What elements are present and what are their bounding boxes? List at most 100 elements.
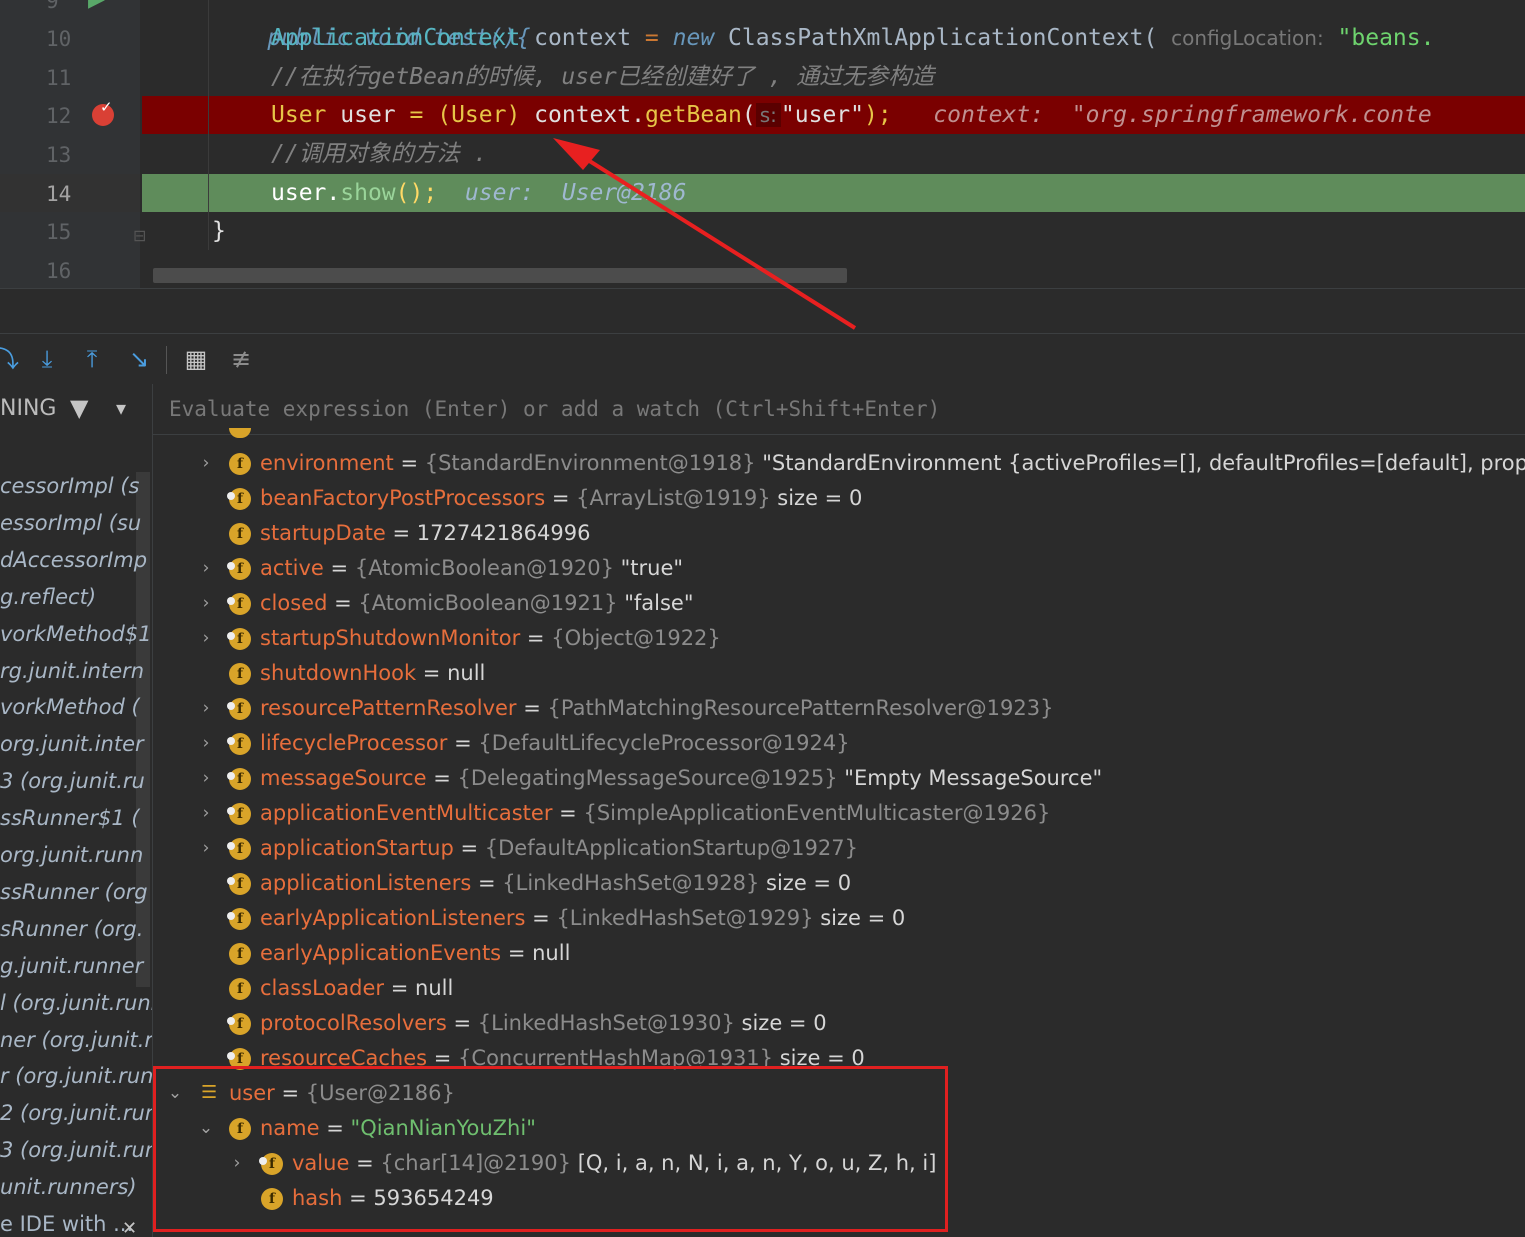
string-literal: "user" [780, 102, 865, 128]
frame-item[interactable]: org.junit.inter [0, 732, 152, 769]
final-pin-icon [227, 807, 235, 815]
evaluate-expression-icon[interactable]: ▦ [181, 344, 211, 374]
chevron-right-icon[interactable]: › [196, 761, 216, 796]
variable-type: {SimpleApplicationEventMulticaster@1926} [583, 801, 1051, 825]
final-pin-icon [227, 632, 235, 640]
final-pin-icon [227, 737, 235, 745]
frame-item[interactable]: essorImpl (su [0, 511, 152, 548]
frame-item[interactable]: cessorImpl (s [0, 474, 152, 511]
frame-item[interactable]: sRunner (org. [0, 917, 152, 954]
chevron-right-icon[interactable]: › [196, 796, 216, 831]
evaluate-expression-input[interactable] [167, 396, 1171, 422]
chevron-right-icon[interactable]: › [196, 726, 216, 761]
frame-item[interactable]: dAccessorImp [0, 548, 152, 585]
code-line-9[interactable]: public void test(){ [142, 0, 1525, 51]
chevron-right-icon[interactable]: › [196, 446, 216, 481]
field-letter: f [236, 911, 244, 927]
chevron-right-icon[interactable]: › [196, 551, 216, 586]
frame-item[interactable]: rg.junit.intern [0, 659, 152, 696]
breakpoint-line[interactable]: User user = (User) context.getBean(s: "us… [142, 96, 1525, 134]
variable-row[interactable]: › f messageSource = {DelegatingMessageSour… [153, 761, 1525, 796]
frame-item[interactable]: ner (org.junit.ru [0, 1028, 152, 1065]
parameter-hint: configLocation: [1171, 26, 1324, 50]
code-line-15[interactable]: } [142, 212, 1525, 250]
frame-item[interactable]: 3 (org.junit.ru [0, 769, 152, 806]
variable-value: "StandardEnvironment {activeProfiles=[],… [762, 451, 1525, 475]
breakpoint-icon[interactable]: ✓ [92, 98, 114, 126]
variable-row[interactable]: › f active = {AtomicBoolean@1920} "true" [153, 551, 1525, 586]
frame-item[interactable]: r (org.junit.runr [0, 1064, 152, 1101]
step-over-icon[interactable]: ⤵ [0, 344, 22, 374]
chevron-right-icon[interactable]: › [196, 586, 216, 621]
variable-row[interactable]: › f lifecycleProcessor = {DefaultLifecycle… [153, 726, 1525, 761]
frame-item[interactable]: 3 (org.junit.run [0, 1138, 152, 1175]
variable-row[interactable]: f earlyApplicationListeners = {LinkedHash… [153, 901, 1525, 936]
string-literal: "beans. [1337, 25, 1435, 51]
close-icon[interactable]: ✕ [122, 1218, 137, 1237]
variable-row[interactable]: f earlyApplicationEvents = null [153, 936, 1525, 971]
line-number: 10 [46, 27, 72, 51]
frame-item[interactable]: vorkMethod$1 [0, 622, 152, 659]
frame-item[interactable]: ssRunner$1 ( [0, 806, 152, 843]
chevron-right-icon[interactable]: › [196, 621, 216, 656]
step-out-icon[interactable]: ⤒ [77, 344, 107, 374]
variable-row[interactable]: f startupDate = 1727421864996 [153, 516, 1525, 551]
code-line-10[interactable]: ApplicationContext context = new ClassPa… [142, 19, 1525, 57]
variable-row[interactable]: › f applicationStartup = {DefaultApplicati… [153, 831, 1525, 866]
variable-row[interactable]: f shutdownHook = null [153, 656, 1525, 691]
frame-item[interactable]: org.junit.runn [0, 843, 152, 880]
frame-item[interactable]: g.reflect) [0, 585, 152, 622]
frame-item[interactable]: vorkMethod ( [0, 695, 152, 732]
partial-row [229, 428, 251, 438]
execution-point-line[interactable]: user.show(); user: User@2186 [142, 174, 1525, 212]
run-to-cursor-icon[interactable]: ↘ [124, 344, 154, 374]
debug-toolbar: ⤵ ⤓ ⤒ ↘ ▦ ≢ [0, 333, 1525, 384]
equals-sign: = [392, 521, 411, 545]
variable-row[interactable]: f beanFactoryPostProcessors = {ArrayList@… [153, 481, 1525, 516]
variable-row[interactable]: › f resourcePatternResolver = {PathMatchin… [153, 691, 1525, 726]
field-letter: f [236, 456, 244, 472]
frame-item[interactable]: unit.runners) [0, 1175, 152, 1212]
gutter-line-9: 9 ▶ [0, 0, 140, 19]
frame-item[interactable]: ssRunner (org [0, 880, 152, 917]
field-letter: f [236, 736, 244, 752]
field-icon: f [227, 593, 251, 615]
step-into-icon[interactable]: ⤓ [32, 344, 62, 374]
variable-row[interactable]: › f environment = {StandardEnvironment@191… [153, 446, 1525, 481]
chevron-down-icon[interactable]: ▾ [116, 396, 126, 420]
equals-sign: = [460, 836, 479, 860]
final-pin-icon [227, 702, 235, 710]
variable-type: {LinkedHashSet@1929} [556, 906, 814, 930]
code-line-11[interactable]: //在执行getBean的时候, user已经创建好了 , 通过无参构造 [142, 58, 1525, 96]
variable-row[interactable]: › f applicationEventMulticaster = {SimpleA… [153, 796, 1525, 831]
statement-end: (); [395, 180, 438, 206]
code-editor[interactable]: 9 ▶ public void test(){ 10 ApplicationCo… [0, 0, 1525, 288]
code-line-13[interactable]: //调用对象的方法 . [142, 135, 1525, 173]
panel-divider[interactable] [0, 288, 1525, 333]
variable-type: {DefaultLifecycleProcessor@1924} [478, 731, 850, 755]
frame-item[interactable]: g.junit.runner [0, 954, 152, 991]
parameter-hint: s: [755, 103, 781, 127]
variable-value: null [532, 941, 571, 965]
variable-name: environment [260, 451, 394, 475]
horizontal-scrollbar[interactable] [153, 268, 847, 283]
variable-row[interactable]: › f closed = {AtomicBoolean@1921} "false" [153, 586, 1525, 621]
variable-row[interactable]: f protocolResolvers = {LinkedHashSet@1930… [153, 1006, 1525, 1041]
chevron-right-icon[interactable]: › [196, 831, 216, 866]
chevron-right-icon[interactable]: › [196, 691, 216, 726]
trace-stream-icon[interactable]: ≢ [226, 344, 256, 374]
frame-item[interactable]: l (org.junit.runr [0, 991, 152, 1028]
thread-selector[interactable]: NING [0, 396, 56, 421]
fold-icon[interactable]: ⊟ [133, 226, 146, 245]
field-icon: f [227, 558, 251, 580]
variable-name: beanFactoryPostProcessors [260, 486, 546, 510]
filter-icon[interactable]: ▼ [70, 394, 88, 422]
variable-row[interactable]: f classLoader = null [153, 971, 1525, 1006]
run-test-icon[interactable]: ▶ [88, 0, 105, 12]
field-icon: f [227, 873, 251, 895]
line-number: 11 [46, 66, 72, 90]
variable-type: {DefaultApplicationStartup@1927} [484, 836, 858, 860]
variable-row[interactable]: › f startupShutdownMonitor = {Object@1922} [153, 621, 1525, 656]
frame-item[interactable]: 2 (org.junit.run [0, 1101, 152, 1138]
variable-row[interactable]: f applicationListeners = {LinkedHashSet@1… [153, 866, 1525, 901]
